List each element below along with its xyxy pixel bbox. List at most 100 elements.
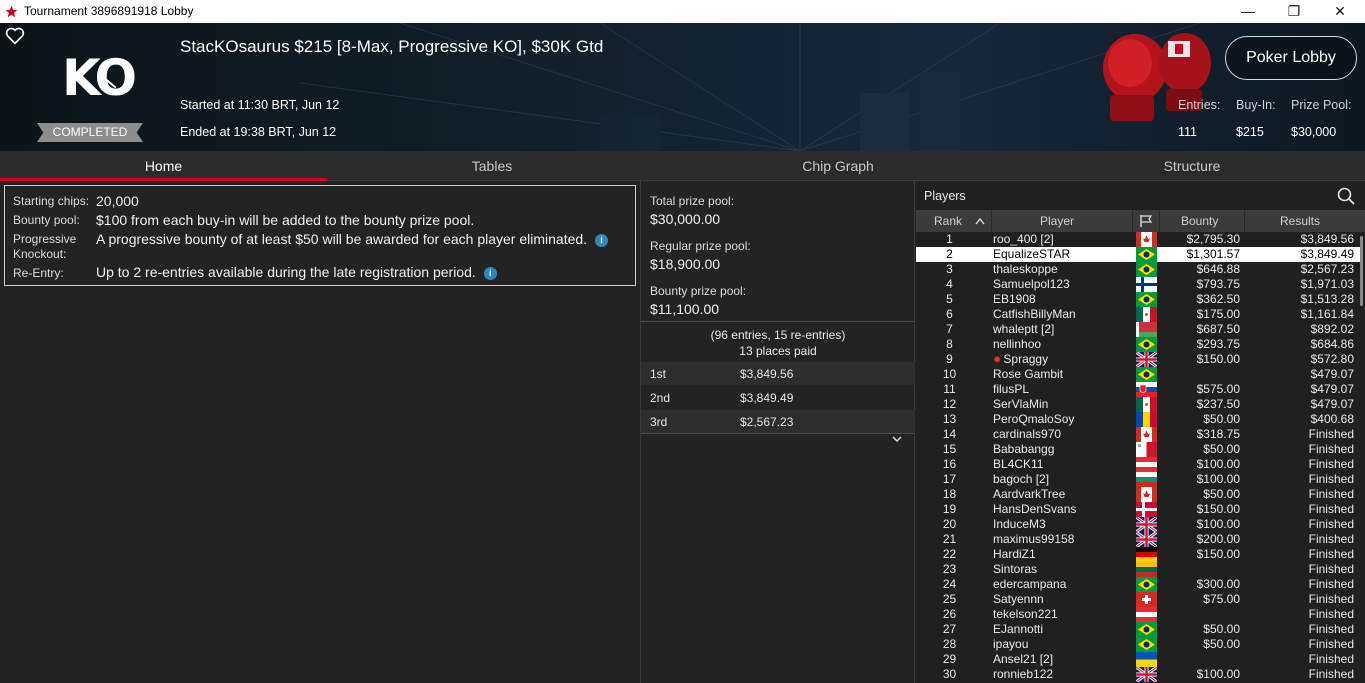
player-name: BL4CK11: [993, 457, 1044, 471]
player-row[interactable]: 19 HansDenSvans $150.00 Finished: [916, 502, 1363, 517]
players-panel: Players Rank Player Bounty Results 1 roo_…: [916, 181, 1365, 683]
player-result: Finished: [1308, 562, 1354, 576]
tab-structure[interactable]: Structure: [1019, 151, 1365, 181]
col-results-header[interactable]: Results: [1280, 214, 1320, 228]
player-name: Ansel21 [2]: [993, 652, 1054, 666]
player-name-cell: SerVlaMin: [993, 397, 1133, 412]
knockout-label: Knockout:: [13, 247, 67, 261]
player-result: Finished: [1308, 667, 1354, 681]
player-row[interactable]: 6 CatfishBillyMan $175.00 $1,161.84: [916, 307, 1363, 322]
maximize-button[interactable]: ❐: [1271, 0, 1317, 23]
player-row[interactable]: 4 Samuelpol123 $793.75 $1,971.03: [916, 277, 1363, 292]
tournament-name: StacKOsaurus $215 [8-Max, Progressive KO…: [180, 37, 604, 56]
player-row[interactable]: 21 maximus99158 $200.00 Finished: [916, 532, 1363, 547]
player-rank: 5: [946, 292, 953, 306]
player-row[interactable]: 22 HardiZ1 $150.00 Finished: [916, 547, 1363, 562]
col-bounty-header[interactable]: Bounty: [1181, 214, 1218, 228]
flag-austria-icon: [1136, 607, 1157, 622]
player-row[interactable]: 10 Rose Gambit $479.07: [916, 367, 1363, 382]
player-name: cardinals970: [993, 427, 1062, 441]
flag-brazil-icon: [1136, 637, 1157, 652]
flag-austria-icon: [1136, 457, 1157, 472]
player-result: $572.80: [1310, 352, 1354, 366]
payout-place: 3rd: [650, 415, 668, 429]
player-row[interactable]: 29 Ansel21 [2] Finished: [916, 652, 1363, 667]
buyin-label: Buy-In:: [1236, 98, 1276, 112]
tab-chip-graph[interactable]: Chip Graph: [657, 151, 1019, 181]
player-result: $1,971.03: [1300, 277, 1354, 291]
player-name: edercampana: [993, 577, 1067, 591]
player-row[interactable]: 15 Bababangg $50.00 Finished: [916, 442, 1363, 457]
player-row[interactable]: 17 bagoch [2] $100.00 Finished: [916, 472, 1363, 487]
flag-slovakia-icon: [1136, 382, 1157, 397]
chevron-down-icon[interactable]: [891, 433, 903, 445]
player-row[interactable]: 11 filusPL $575.00 $479.07: [916, 382, 1363, 397]
minimize-button[interactable]: —: [1225, 0, 1271, 23]
player-name-cell: Satyennn: [993, 592, 1133, 607]
player-row[interactable]: 13 PeroQmaloSoy $50.00 $400.68: [916, 412, 1363, 427]
player-bounty: $318.75: [1196, 427, 1240, 441]
player-name-cell: Bababangg: [993, 442, 1133, 457]
favorite-heart-icon[interactable]: [5, 27, 25, 45]
sort-ascending-icon[interactable]: [975, 217, 985, 225]
player-bounty: $50.00: [1203, 622, 1240, 636]
flag-column-icon[interactable]: [1139, 214, 1153, 228]
player-row[interactable]: 25 Satyennn $75.00 Finished: [916, 592, 1363, 607]
close-button[interactable]: ✕: [1317, 0, 1363, 23]
player-name-cell: tekelson221: [993, 607, 1133, 622]
payout-row: 2nd $3,849.49: [641, 386, 915, 409]
player-row[interactable]: 7 whaleptt [2] $687.50 $892.02: [916, 322, 1363, 337]
scrollbar-thumb[interactable]: [1360, 236, 1363, 306]
player-name: EJannotti: [993, 622, 1044, 636]
player-result: Finished: [1308, 592, 1354, 606]
player-name: HardiZ1: [993, 547, 1036, 561]
player-rank: 12: [942, 397, 957, 411]
player-name-cell: thaleskoppe: [993, 262, 1133, 277]
player-name-cell: ✹ Spraggy: [993, 352, 1133, 368]
player-row[interactable]: 27 EJannotti $50.00 Finished: [916, 622, 1363, 637]
player-result: $3,849.49: [1300, 247, 1354, 261]
search-icon[interactable]: [1336, 186, 1356, 206]
player-row[interactable]: 28 ipayou $50.00 Finished: [916, 637, 1363, 652]
player-row[interactable]: 5 EB1908 $362.50 $1,513.28: [916, 292, 1363, 307]
player-name-cell: InduceM3: [993, 517, 1133, 532]
player-rank: 16: [942, 457, 957, 471]
end-time: Ended at 19:38 BRT, Jun 12: [180, 125, 337, 139]
player-row[interactable]: 8 nellinhoo $293.75 $684.86: [916, 337, 1363, 352]
player-result: Finished: [1308, 517, 1354, 531]
player-name-cell: EJannotti: [993, 622, 1133, 637]
player-row[interactable]: 3 thaleskoppe $646.88 $2,567.23: [916, 262, 1363, 277]
col-player-header[interactable]: Player: [1040, 214, 1074, 228]
tab-tables[interactable]: Tables: [327, 151, 657, 181]
player-row[interactable]: 20 InduceM3 $100.00 Finished: [916, 517, 1363, 532]
flag-brazil-icon: [1136, 292, 1157, 307]
poker-lobby-button[interactable]: Poker Lobby: [1225, 36, 1357, 80]
player-row[interactable]: 16 BL4CK11 $100.00 Finished: [916, 457, 1363, 472]
player-row[interactable]: 14 cardinals970 $318.75 Finished: [916, 427, 1363, 442]
player-name: CatfishBillyMan: [993, 307, 1076, 321]
player-row[interactable]: 24 edercampana $300.00 Finished: [916, 577, 1363, 592]
tab-home[interactable]: Home: [0, 151, 327, 181]
col-rank-header[interactable]: Rank: [934, 214, 962, 228]
flag-uk-icon: [1136, 352, 1157, 367]
player-bounty: $50.00: [1203, 442, 1240, 456]
player-name: thaleskoppe: [993, 262, 1058, 276]
flag-brazil-icon: [1136, 577, 1157, 592]
player-row[interactable]: 2 EqualizeSTAR $1,301.57 $3,849.49: [916, 247, 1363, 262]
player-name-cell: BL4CK11: [993, 457, 1133, 472]
players-scrollbar[interactable]: [1358, 232, 1365, 683]
player-name: Rose Gambit: [993, 367, 1064, 381]
player-row[interactable]: 9 ✹ Spraggy $150.00 $572.80: [916, 352, 1363, 367]
player-name: Satyennn: [993, 592, 1044, 606]
progressive-info-icon[interactable]: i: [595, 234, 609, 247]
player-result: Finished: [1308, 652, 1354, 666]
player-row[interactable]: 26 tekelson221 Finished: [916, 607, 1363, 622]
player-bounty: $100.00: [1196, 472, 1240, 486]
reentry-info-icon[interactable]: i: [483, 267, 497, 280]
player-row[interactable]: 23 Sintoras Finished: [916, 562, 1363, 577]
player-row[interactable]: 18 AardvarkTree $50.00 Finished: [916, 487, 1363, 502]
player-row[interactable]: 1 roo_400 [2] $2,795.30 $3,849.56: [916, 232, 1363, 247]
player-bounty: $175.00: [1196, 307, 1240, 321]
player-row[interactable]: 30 ronnieb122 $100.00 Finished: [916, 667, 1363, 682]
player-row[interactable]: 12 SerVlaMin $237.50 $479.07: [916, 397, 1363, 412]
